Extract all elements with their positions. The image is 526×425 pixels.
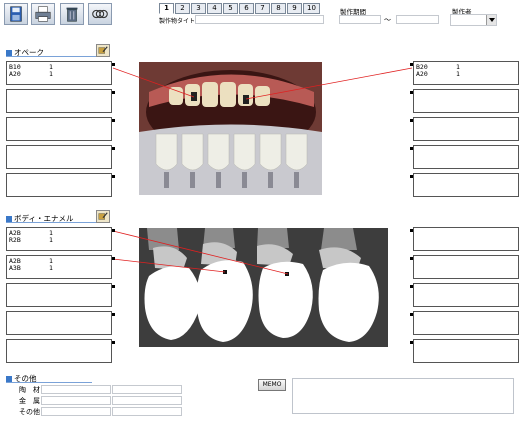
connector-dot xyxy=(112,313,115,316)
connector-dot xyxy=(112,175,115,178)
shade-box[interactable] xyxy=(6,311,115,335)
connector-dot xyxy=(410,147,413,150)
memo-button[interactable]: MEMO xyxy=(258,379,286,391)
other-row-label: 陶 材 xyxy=(19,386,40,394)
shade-box[interactable] xyxy=(6,145,115,169)
shade-box[interactable] xyxy=(6,117,115,141)
shade-entry: A20 1 xyxy=(9,71,111,78)
shade-entry: A3B 1 xyxy=(9,265,111,272)
connector-dot xyxy=(410,63,413,66)
shade-box[interactable] xyxy=(410,145,519,169)
shade-box[interactable] xyxy=(410,255,519,279)
shade-box[interactable] xyxy=(6,283,115,307)
shade-box[interactable] xyxy=(6,89,115,113)
other-row-input[interactable] xyxy=(112,396,182,405)
connector-dot xyxy=(410,341,413,344)
connector-dot xyxy=(410,91,413,94)
shade-box[interactable] xyxy=(410,173,519,197)
shade-box[interactable] xyxy=(410,227,519,251)
connector-dot xyxy=(112,257,115,260)
shade-entry: B10 1 xyxy=(9,64,111,71)
shade-box[interactable] xyxy=(410,117,519,141)
shade-code: A20 xyxy=(9,70,21,78)
connector-dot xyxy=(112,229,115,232)
shade-amount: 1 xyxy=(49,264,53,272)
shade-box[interactable] xyxy=(410,339,519,363)
shade-box[interactable]: B20 1 A20 1 xyxy=(410,61,519,85)
connector-dot xyxy=(410,313,413,316)
shade-entry: A2B 1 xyxy=(9,258,111,265)
shade-code: A20 xyxy=(416,70,428,78)
connector-dot xyxy=(112,63,115,66)
shade-code: R2B xyxy=(9,236,21,244)
other-row-input[interactable] xyxy=(112,385,182,394)
connector-dot xyxy=(410,229,413,232)
other-section-divider xyxy=(6,382,92,383)
shade-box[interactable]: A2B 1 R2B 1 xyxy=(6,227,115,251)
shade-entry: B20 1 xyxy=(416,64,518,71)
connector-dot xyxy=(410,285,413,288)
shade-amount: 1 xyxy=(456,70,460,78)
shade-entry: A20 1 xyxy=(416,71,518,78)
shade-box[interactable] xyxy=(6,339,115,363)
body-enamel-edit-button[interactable] xyxy=(96,210,110,223)
other-row-input[interactable] xyxy=(41,385,111,394)
other-row-input[interactable] xyxy=(112,407,182,416)
connector-dot xyxy=(410,257,413,260)
other-row-label: その他 xyxy=(19,408,40,416)
shade-box[interactable] xyxy=(410,283,519,307)
connector-dot xyxy=(112,147,115,150)
shade-box[interactable] xyxy=(6,173,115,197)
connector-dot xyxy=(112,341,115,344)
connector-dot xyxy=(112,119,115,122)
shade-box[interactable] xyxy=(410,311,519,335)
shade-entry: A2B 1 xyxy=(9,230,111,237)
other-row-input[interactable] xyxy=(41,407,111,416)
connector-dot xyxy=(410,175,413,178)
shade-amount: 1 xyxy=(49,236,53,244)
shade-box[interactable]: B10 1 A20 1 xyxy=(6,61,115,85)
edit-icon xyxy=(98,212,108,220)
body-enamel-section-divider xyxy=(6,222,110,223)
connector-dot xyxy=(112,285,115,288)
shade-entry: R2B 1 xyxy=(9,237,111,244)
shade-amount: 1 xyxy=(49,70,53,78)
shade-code: A3B xyxy=(9,264,21,272)
connector-dot xyxy=(112,91,115,94)
shade-box[interactable]: A2B 1 A3B 1 xyxy=(6,255,115,279)
shade-box[interactable] xyxy=(410,89,519,113)
connector-dot xyxy=(410,119,413,122)
memo-textarea[interactable] xyxy=(292,378,514,414)
other-row-input[interactable] xyxy=(41,396,111,405)
other-row-label: 金 属 xyxy=(19,397,40,405)
